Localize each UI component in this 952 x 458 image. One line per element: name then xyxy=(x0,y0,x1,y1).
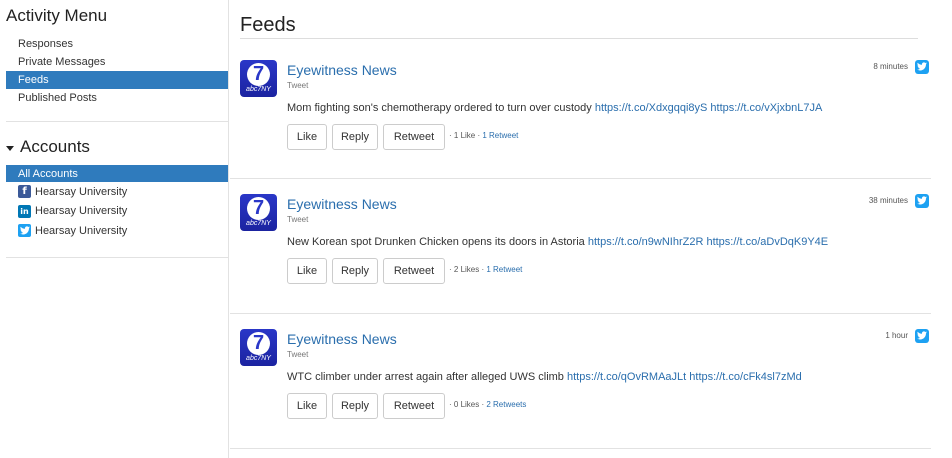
post-author[interactable]: Eyewitness News xyxy=(287,62,397,78)
retweet-count-link[interactable]: 1 Retweet xyxy=(486,265,522,274)
linkedin-icon: in xyxy=(18,204,31,218)
feed-post: 7 abc7NY Eyewitness News Tweet 8 minutes… xyxy=(240,40,930,176)
avatar-brand: abc7NY xyxy=(246,355,271,362)
facebook-icon: f xyxy=(18,185,31,199)
post-text: New Korean spot Drunken Chicken opens it… xyxy=(287,236,828,248)
post-type: Tweet xyxy=(287,215,309,224)
post-link[interactable]: https://t.co/n9wNIhrZ2R xyxy=(588,236,704,248)
divider xyxy=(6,257,228,258)
accounts-toggle[interactable]: Accounts xyxy=(6,137,90,157)
main-content: Feeds 7 abc7NY Eyewitness News Tweet 8 m… xyxy=(230,0,952,458)
post-body: New Korean spot Drunken Chicken opens it… xyxy=(287,236,585,248)
menu-item-feeds[interactable]: Feeds xyxy=(6,71,228,89)
post-stats: · 2 Likes · 1 Retweet xyxy=(449,265,523,274)
post-link[interactable]: https://t.co/aDvDqK9Y4E xyxy=(706,236,828,248)
post-time: 1 hour xyxy=(885,331,908,340)
like-count: 1 Like xyxy=(453,131,476,140)
post-author[interactable]: Eyewitness News xyxy=(287,331,397,347)
post-body: Mom fighting son's chemotherapy ordered … xyxy=(287,102,592,114)
account-name: Hearsay University xyxy=(35,185,128,198)
like-count: 2 Likes xyxy=(453,265,480,274)
menu-item-responses[interactable]: Responses xyxy=(6,35,228,53)
retweet-count-link[interactable]: 2 Retweets xyxy=(486,400,526,409)
retweet-count-link[interactable]: 1 Retweet xyxy=(482,131,518,140)
avatar-number: 7 xyxy=(247,332,270,355)
avatar-number: 7 xyxy=(247,63,270,86)
reply-button[interactable]: Reply xyxy=(332,258,378,284)
avatar-brand: abc7NY xyxy=(246,86,271,93)
retweet-button[interactable]: Retweet xyxy=(383,258,445,284)
account-item-twitter[interactable]: Hearsay University xyxy=(6,221,228,241)
twitter-icon[interactable] xyxy=(915,194,929,208)
post-type: Tweet xyxy=(287,350,309,359)
page-title: Feeds xyxy=(240,14,296,36)
feed-post: 7 abc7NY Eyewitness News Tweet 1 hour WT… xyxy=(240,309,930,445)
retweet-button[interactable]: Retweet xyxy=(383,393,445,419)
like-button[interactable]: Like xyxy=(287,258,327,284)
post-time: 38 minutes xyxy=(868,196,908,205)
account-item-linkedin[interactable]: in Hearsay University xyxy=(6,202,228,222)
post-type: Tweet xyxy=(287,81,309,90)
post-time: 8 minutes xyxy=(873,62,908,71)
post-link[interactable]: https://t.co/vXjxbnL7JA xyxy=(710,102,822,114)
accounts-title: Accounts xyxy=(20,137,90,156)
avatar[interactable]: 7 abc7NY xyxy=(240,329,277,366)
post-link[interactable]: https://t.co/cFk4sl7zMd xyxy=(689,371,801,383)
post-stats: · 1 Like · 1 Retweet xyxy=(449,131,519,140)
menu-item-published-posts[interactable]: Published Posts xyxy=(6,89,228,107)
post-text: Mom fighting son's chemotherapy ordered … xyxy=(287,102,822,114)
reply-button[interactable]: Reply xyxy=(332,124,378,150)
avatar-brand: abc7NY xyxy=(246,220,271,227)
post-text: WTC climber under arrest again after all… xyxy=(287,371,802,383)
account-name: Hearsay University xyxy=(35,205,128,218)
avatar[interactable]: 7 abc7NY xyxy=(240,194,277,231)
twitter-icon xyxy=(18,224,31,238)
twitter-icon[interactable] xyxy=(915,329,929,343)
post-author[interactable]: Eyewitness News xyxy=(287,196,397,212)
like-button[interactable]: Like xyxy=(287,124,327,150)
divider xyxy=(6,121,228,122)
account-name: Hearsay University xyxy=(35,224,128,237)
all-accounts-item[interactable]: All Accounts xyxy=(6,165,228,182)
reply-button[interactable]: Reply xyxy=(332,393,378,419)
divider xyxy=(230,448,931,449)
feed-post: 7 abc7NY Eyewitness News Tweet 38 minute… xyxy=(240,174,930,310)
post-link[interactable]: https://t.co/Xdxgqqi8yS xyxy=(595,102,708,114)
caret-down-icon xyxy=(6,145,14,151)
avatar[interactable]: 7 abc7NY xyxy=(240,60,277,97)
like-button[interactable]: Like xyxy=(287,393,327,419)
retweet-button[interactable]: Retweet xyxy=(383,124,445,150)
activity-menu: Responses Private Messages Feeds Publish… xyxy=(6,35,228,107)
accounts-list: All Accounts f Hearsay University in Hea… xyxy=(6,165,228,241)
like-count: 0 Likes xyxy=(453,400,480,409)
activity-menu-title: Activity Menu xyxy=(6,6,108,25)
twitter-icon[interactable] xyxy=(915,60,929,74)
post-body: WTC climber under arrest again after all… xyxy=(287,371,564,383)
account-item-facebook[interactable]: f Hearsay University xyxy=(6,182,228,202)
post-stats: · 0 Likes · 2 Retweets xyxy=(449,400,527,409)
avatar-number: 7 xyxy=(247,197,270,220)
menu-item-private-messages[interactable]: Private Messages xyxy=(6,53,228,71)
sidebar: Activity Menu Responses Private Messages… xyxy=(0,0,229,458)
divider xyxy=(240,38,918,39)
post-link[interactable]: https://t.co/qOvRMAaJLt xyxy=(567,371,686,383)
